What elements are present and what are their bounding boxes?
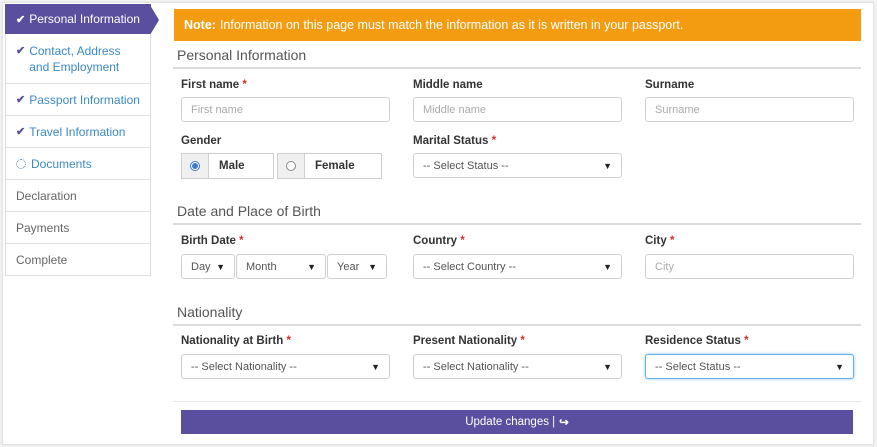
update-changes-button[interactable]: Update changes | ↪	[181, 410, 853, 434]
radio-selected-icon[interactable]	[190, 161, 200, 171]
chevron-down-icon: ▼	[371, 361, 380, 372]
present-nationality-label: Present Nationality *	[413, 335, 525, 347]
gender-female-option[interactable]: Female	[277, 153, 382, 179]
marital-status-value: -- Select Status --	[423, 159, 509, 172]
sidebar-item-label: Documents	[31, 156, 92, 171]
steps-sidebar: ✔ Personal Information ✔ Contact, Addres…	[5, 4, 159, 276]
sidebar-item-complete[interactable]: Complete	[5, 244, 151, 276]
middle-name-label: Middle name	[413, 79, 483, 91]
section-title-birth: Date and Place of Birth	[177, 203, 321, 219]
check-icon: ✔	[16, 126, 26, 138]
marital-status-select[interactable]: -- Select Status -- ▼	[413, 153, 622, 178]
sidebar-item-payments[interactable]: Payments	[5, 212, 151, 244]
update-changes-label: Update changes |	[465, 416, 556, 428]
sidebar-item-label: Passport Information	[29, 92, 140, 107]
note-prefix: Note:	[184, 18, 216, 32]
birth-month-select[interactable]: Month ▼	[236, 254, 326, 279]
gender-female-label: Female	[315, 160, 355, 172]
chevron-down-icon: ▼	[368, 261, 377, 272]
check-icon: ✔	[16, 13, 26, 26]
birth-day-value: Day	[191, 260, 211, 273]
birth-month-value: Month	[246, 260, 277, 273]
sidebar-item-label: Payments	[16, 220, 70, 235]
chevron-down-icon: ▼	[216, 261, 225, 272]
section-divider	[173, 223, 861, 225]
birth-country-label: Country *	[413, 235, 465, 247]
sidebar-item-label: Complete	[16, 252, 68, 267]
form-footer-divider	[173, 401, 861, 402]
chevron-down-icon: ▼	[835, 361, 844, 372]
birth-date-label: Birth Date *	[181, 235, 244, 247]
sidebar-item-contact-address[interactable]: ✔ Contact, Address and Employment	[5, 34, 151, 84]
sidebar-item-label: Travel Information	[29, 124, 126, 139]
first-name-input[interactable]	[181, 97, 390, 122]
nationality-birth-label: Nationality at Birth *	[181, 335, 291, 347]
sidebar-item-passport-information[interactable]: ✔ Passport Information	[5, 84, 151, 116]
chevron-down-icon: ▼	[603, 160, 612, 171]
section-title-personal: Personal Information	[177, 47, 307, 63]
chevron-down-icon: ▼	[603, 361, 612, 372]
residence-status-label: Residence Status *	[645, 335, 749, 347]
marital-status-label: Marital Status *	[413, 135, 497, 147]
section-divider	[173, 67, 861, 69]
first-name-label: First name *	[181, 79, 247, 91]
chevron-down-icon: ▼	[307, 261, 316, 272]
spinner-icon	[16, 158, 26, 169]
birth-day-select[interactable]: Day ▼	[181, 254, 235, 279]
birth-year-select[interactable]: Year ▼	[327, 254, 387, 279]
passport-note-banner: Note: Information on this page must matc…	[174, 9, 861, 41]
birth-city-label: City *	[645, 235, 675, 247]
sidebar-item-declaration[interactable]: Declaration	[5, 180, 151, 212]
note-text: Information on this page must match the …	[219, 18, 684, 32]
sidebar-item-documents[interactable]: Documents	[5, 148, 151, 180]
nationality-birth-value: -- Select Nationality --	[191, 360, 297, 373]
birth-city-input[interactable]	[645, 254, 854, 279]
present-nationality-select[interactable]: -- Select Nationality -- ▼	[413, 354, 622, 379]
surname-label: Surname	[645, 79, 695, 91]
middle-name-input[interactable]	[413, 97, 622, 122]
sidebar-item-label: Declaration	[16, 188, 77, 203]
gender-male-label: Male	[219, 160, 245, 172]
birth-year-value: Year	[337, 260, 360, 273]
section-divider	[173, 324, 861, 326]
gender-male-option[interactable]: Male	[181, 153, 274, 179]
chevron-down-icon: ▼	[603, 261, 612, 272]
nationality-birth-select[interactable]: -- Select Nationality -- ▼	[181, 354, 390, 379]
share-arrow-icon: ↪	[559, 417, 569, 429]
gender-label: Gender	[181, 135, 222, 147]
residence-status-select[interactable]: -- Select Status -- ▼	[645, 354, 854, 379]
check-icon: ✔	[16, 94, 26, 106]
radio-unselected-icon[interactable]	[286, 161, 296, 171]
surname-input[interactable]	[645, 97, 854, 122]
birth-country-value: -- Select Country --	[423, 260, 516, 273]
birth-country-select[interactable]: -- Select Country -- ▼	[413, 254, 622, 279]
sidebar-item-personal-information[interactable]: ✔ Personal Information	[5, 4, 159, 35]
check-icon: ✔	[16, 45, 26, 57]
sidebar-item-travel-information[interactable]: ✔ Travel Information	[5, 116, 151, 148]
section-title-nationality: Nationality	[177, 304, 243, 320]
sidebar-item-label: Personal Information	[29, 12, 140, 26]
residence-status-value: -- Select Status --	[655, 360, 741, 373]
present-nationality-value: -- Select Nationality --	[423, 360, 529, 373]
sidebar-item-label: Contact, Address and Employment	[29, 44, 121, 74]
